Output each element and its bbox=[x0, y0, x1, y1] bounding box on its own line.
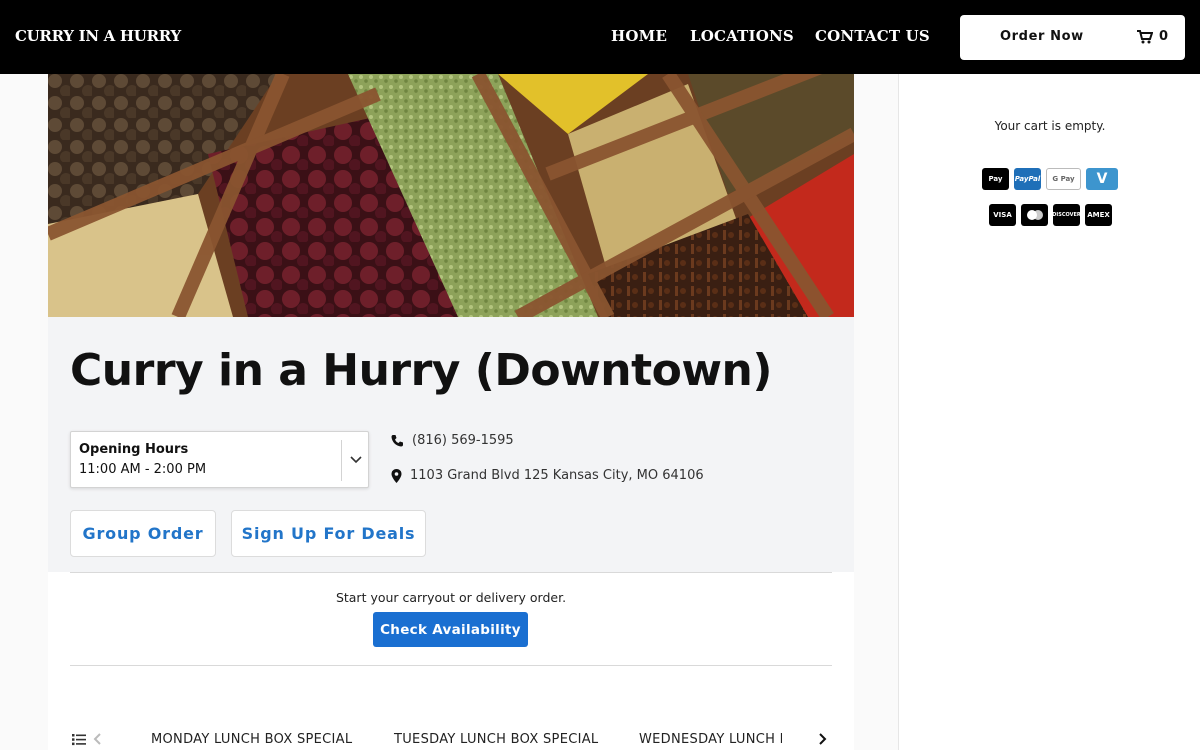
section-divider bbox=[70, 572, 832, 573]
venmo-icon: V bbox=[1086, 168, 1118, 190]
cart-count-badge: 0 bbox=[1159, 29, 1169, 44]
visa-label: VISA bbox=[993, 211, 1012, 219]
phone-number: (816) 569-1595 bbox=[412, 433, 514, 448]
category-tabs: MONDAY LUNCH BOX SPECIAL TUESDAY LUNCH B… bbox=[140, 724, 782, 750]
phone-icon bbox=[391, 435, 403, 447]
dropdown-divider bbox=[341, 440, 342, 481]
nav-locations-link[interactable]: LOCATIONS bbox=[690, 27, 794, 45]
discover-label: DISCOVER bbox=[1052, 212, 1081, 218]
order-now-label: Order Now bbox=[1000, 29, 1084, 44]
amex-icon: AMEX bbox=[1085, 204, 1112, 226]
paypal-label: PayPal bbox=[1014, 175, 1041, 183]
list-menu-icon[interactable] bbox=[72, 733, 86, 746]
opening-hours-dropdown[interactable]: Opening Hours 11:00 AM - 2:00 PM bbox=[70, 431, 369, 488]
nav-home-link[interactable]: HOME bbox=[611, 27, 667, 45]
nav-contact-link[interactable]: CONTACT US bbox=[815, 27, 930, 45]
paypal-icon: PayPal bbox=[1014, 168, 1041, 190]
chevron-right-icon[interactable] bbox=[816, 731, 828, 747]
mastercard-circles-icon bbox=[1026, 210, 1043, 220]
google-pay-icon: G Pay bbox=[1046, 168, 1081, 190]
section-divider bbox=[70, 665, 832, 666]
venmo-label: V bbox=[1096, 171, 1108, 187]
chevron-left-icon[interactable] bbox=[92, 731, 104, 747]
google-pay-label: G Pay bbox=[1052, 175, 1075, 183]
tab-tuesday-lunch-box[interactable]: TUESDAY LUNCH BOX SPECIAL bbox=[394, 732, 598, 747]
amex-label: AMEX bbox=[1087, 211, 1110, 219]
address-row[interactable]: 1103 Grand Blvd 125 Kansas City, MO 6410… bbox=[391, 468, 704, 483]
address-text: 1103 Grand Blvd 125 Kansas City, MO 6410… bbox=[410, 468, 704, 483]
map-pin-icon bbox=[391, 468, 402, 483]
order-now-button[interactable]: Order Now 0 bbox=[960, 15, 1185, 60]
phone-row[interactable]: (816) 569-1595 bbox=[391, 433, 514, 448]
sign-up-deals-button[interactable]: Sign Up For Deals bbox=[231, 510, 426, 557]
visa-icon: VISA bbox=[989, 204, 1016, 226]
mastercard-icon bbox=[1021, 204, 1048, 226]
check-availability-button[interactable]: Check Availability bbox=[373, 612, 528, 647]
cart-sidebar: Your cart is empty. Pay PayPal G Pay V V… bbox=[898, 74, 1200, 750]
restaurant-info-panel: Curry in a Hurry (Downtown) Opening Hour… bbox=[48, 317, 854, 572]
restaurant-title: Curry in a Hurry (Downtown) bbox=[70, 345, 772, 396]
hero-spices-image bbox=[48, 74, 854, 317]
group-order-button[interactable]: Group Order bbox=[70, 510, 216, 557]
hours-label: Opening Hours bbox=[79, 442, 189, 457]
order-prompt: Start your carryout or delivery order. bbox=[335, 590, 567, 605]
tab-wednesday-lunch-box[interactable]: WEDNESDAY LUNCH B bbox=[639, 732, 782, 747]
apple-pay-label: Pay bbox=[988, 175, 1003, 183]
tab-monday-lunch-box[interactable]: MONDAY LUNCH BOX SPECIAL bbox=[151, 732, 352, 747]
brand-logo[interactable]: CURRY IN A HURRY bbox=[15, 27, 181, 45]
main-content: Curry in a Hurry (Downtown) Opening Hour… bbox=[48, 74, 854, 750]
cart-empty-message: Your cart is empty. bbox=[994, 119, 1106, 133]
hours-value: 11:00 AM - 2:00 PM bbox=[79, 462, 207, 477]
shopping-cart-icon bbox=[1137, 30, 1153, 44]
apple-pay-icon: Pay bbox=[982, 168, 1009, 190]
discover-icon: DISCOVER bbox=[1052, 204, 1081, 226]
chevron-down-icon bbox=[350, 456, 362, 464]
top-nav-bar: CURRY IN A HURRY HOME LOCATIONS CONTACT … bbox=[0, 0, 1200, 74]
